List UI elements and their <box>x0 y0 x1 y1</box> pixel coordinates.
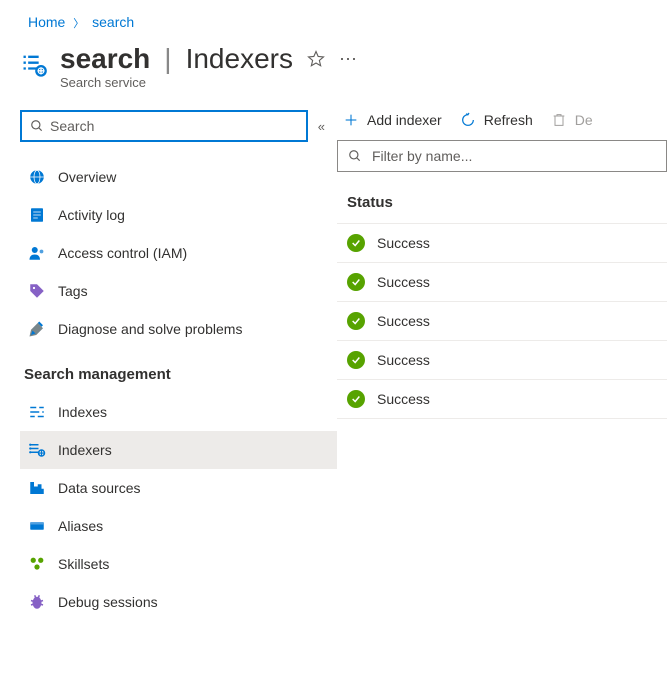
page-title: Indexers <box>186 43 293 75</box>
sidebar-item-label: Debug sessions <box>58 594 158 610</box>
sidebar-item-activity-log[interactable]: Activity log <box>20 196 337 234</box>
sidebar-item-label: Indexers <box>58 442 112 458</box>
indexer-row[interactable]: Success <box>337 301 667 340</box>
indexer-row[interactable]: Success <box>337 379 667 419</box>
indexer-row[interactable]: Success <box>337 340 667 379</box>
main-content: Add indexer Refresh De <box>337 110 667 621</box>
sidebar-item-data-sources[interactable]: Data sources <box>20 469 337 507</box>
add-indexer-button[interactable]: Add indexer <box>343 112 442 128</box>
sidebar-item-access-control-iam-[interactable]: Access control (IAM) <box>20 234 337 272</box>
delete-label: De <box>575 112 593 128</box>
indexers-icon <box>28 441 46 459</box>
diagnose-icon <box>28 320 46 338</box>
sidebar-item-skillsets[interactable]: Skillsets <box>20 545 337 583</box>
sidebar-item-indexes[interactable]: Indexes <box>20 393 337 431</box>
status-text: Success <box>377 235 430 251</box>
success-icon <box>347 234 365 252</box>
tag-icon <box>28 282 46 300</box>
sidebar-item-indexers[interactable]: Indexers <box>20 431 337 469</box>
sidebar-section-label: Search management <box>24 366 337 383</box>
more-button[interactable]: ⋯ <box>339 49 359 70</box>
indexers-page-icon <box>20 51 48 79</box>
breadcrumb-separator: 〉 <box>73 18 84 30</box>
indexer-row[interactable]: Success <box>337 223 667 262</box>
status-text: Success <box>377 391 430 407</box>
refresh-icon <box>460 112 476 128</box>
favorite-button[interactable] <box>307 50 325 68</box>
status-text: Success <box>377 274 430 290</box>
sidebar-item-label: Tags <box>58 283 88 299</box>
breadcrumb-current[interactable]: search <box>92 14 134 30</box>
iam-icon <box>28 244 46 262</box>
status-text: Success <box>377 352 430 368</box>
trash-icon <box>551 112 567 128</box>
resource-subtitle: Search service <box>60 75 359 90</box>
sidebar-item-label: Access control (IAM) <box>58 245 187 261</box>
sidebar-item-debug-sessions[interactable]: Debug sessions <box>20 583 337 621</box>
title-separator: | <box>164 43 171 75</box>
delete-button: De <box>551 112 593 128</box>
collapse-sidebar-button[interactable]: « <box>318 119 325 134</box>
filter-input[interactable] <box>372 148 656 164</box>
indexer-row[interactable]: Success <box>337 262 667 301</box>
skill-icon <box>28 555 46 573</box>
sidebar-item-overview[interactable]: Overview <box>20 158 337 196</box>
sidebar-item-label: Overview <box>58 169 116 185</box>
add-indexer-label: Add indexer <box>367 112 442 128</box>
status-column-header: Status <box>347 194 667 211</box>
aliases-icon <box>28 517 46 535</box>
search-icon <box>30 119 44 133</box>
toolbar: Add indexer Refresh De <box>337 110 667 140</box>
success-icon <box>347 390 365 408</box>
success-icon <box>347 351 365 369</box>
bug-icon <box>28 593 46 611</box>
filter-box[interactable] <box>337 140 667 172</box>
sidebar-item-label: Diagnose and solve problems <box>58 321 242 337</box>
breadcrumb: Home 〉 search <box>0 0 667 39</box>
sidebar-item-aliases[interactable]: Aliases <box>20 507 337 545</box>
title-area: search | Indexers ⋯ Search service <box>0 39 667 90</box>
success-icon <box>347 312 365 330</box>
sidebar-item-tags[interactable]: Tags <box>20 272 337 310</box>
sidebar-item-diagnose-and-solve-problems[interactable]: Diagnose and solve problems <box>20 310 337 348</box>
resource-title: search <box>60 43 150 75</box>
success-icon <box>347 273 365 291</box>
sidebar-item-label: Skillsets <box>58 556 109 572</box>
sidebar-search-input[interactable] <box>50 118 298 134</box>
filter-search-icon <box>348 149 362 163</box>
sidebar: « Overview Activity log Access control (IA… <box>0 110 337 621</box>
sidebar-search[interactable] <box>20 110 308 142</box>
breadcrumb-home[interactable]: Home <box>28 14 65 30</box>
refresh-label: Refresh <box>484 112 533 128</box>
sidebar-item-label: Aliases <box>58 518 103 534</box>
sidebar-item-label: Activity log <box>58 207 125 223</box>
log-icon <box>28 206 46 224</box>
indexes-icon <box>28 403 46 421</box>
globe-icon <box>28 168 46 186</box>
data-icon <box>28 479 46 497</box>
status-text: Success <box>377 313 430 329</box>
sidebar-item-label: Indexes <box>58 404 107 420</box>
sidebar-item-label: Data sources <box>58 480 140 496</box>
refresh-button[interactable]: Refresh <box>460 112 533 128</box>
plus-icon <box>343 112 359 128</box>
